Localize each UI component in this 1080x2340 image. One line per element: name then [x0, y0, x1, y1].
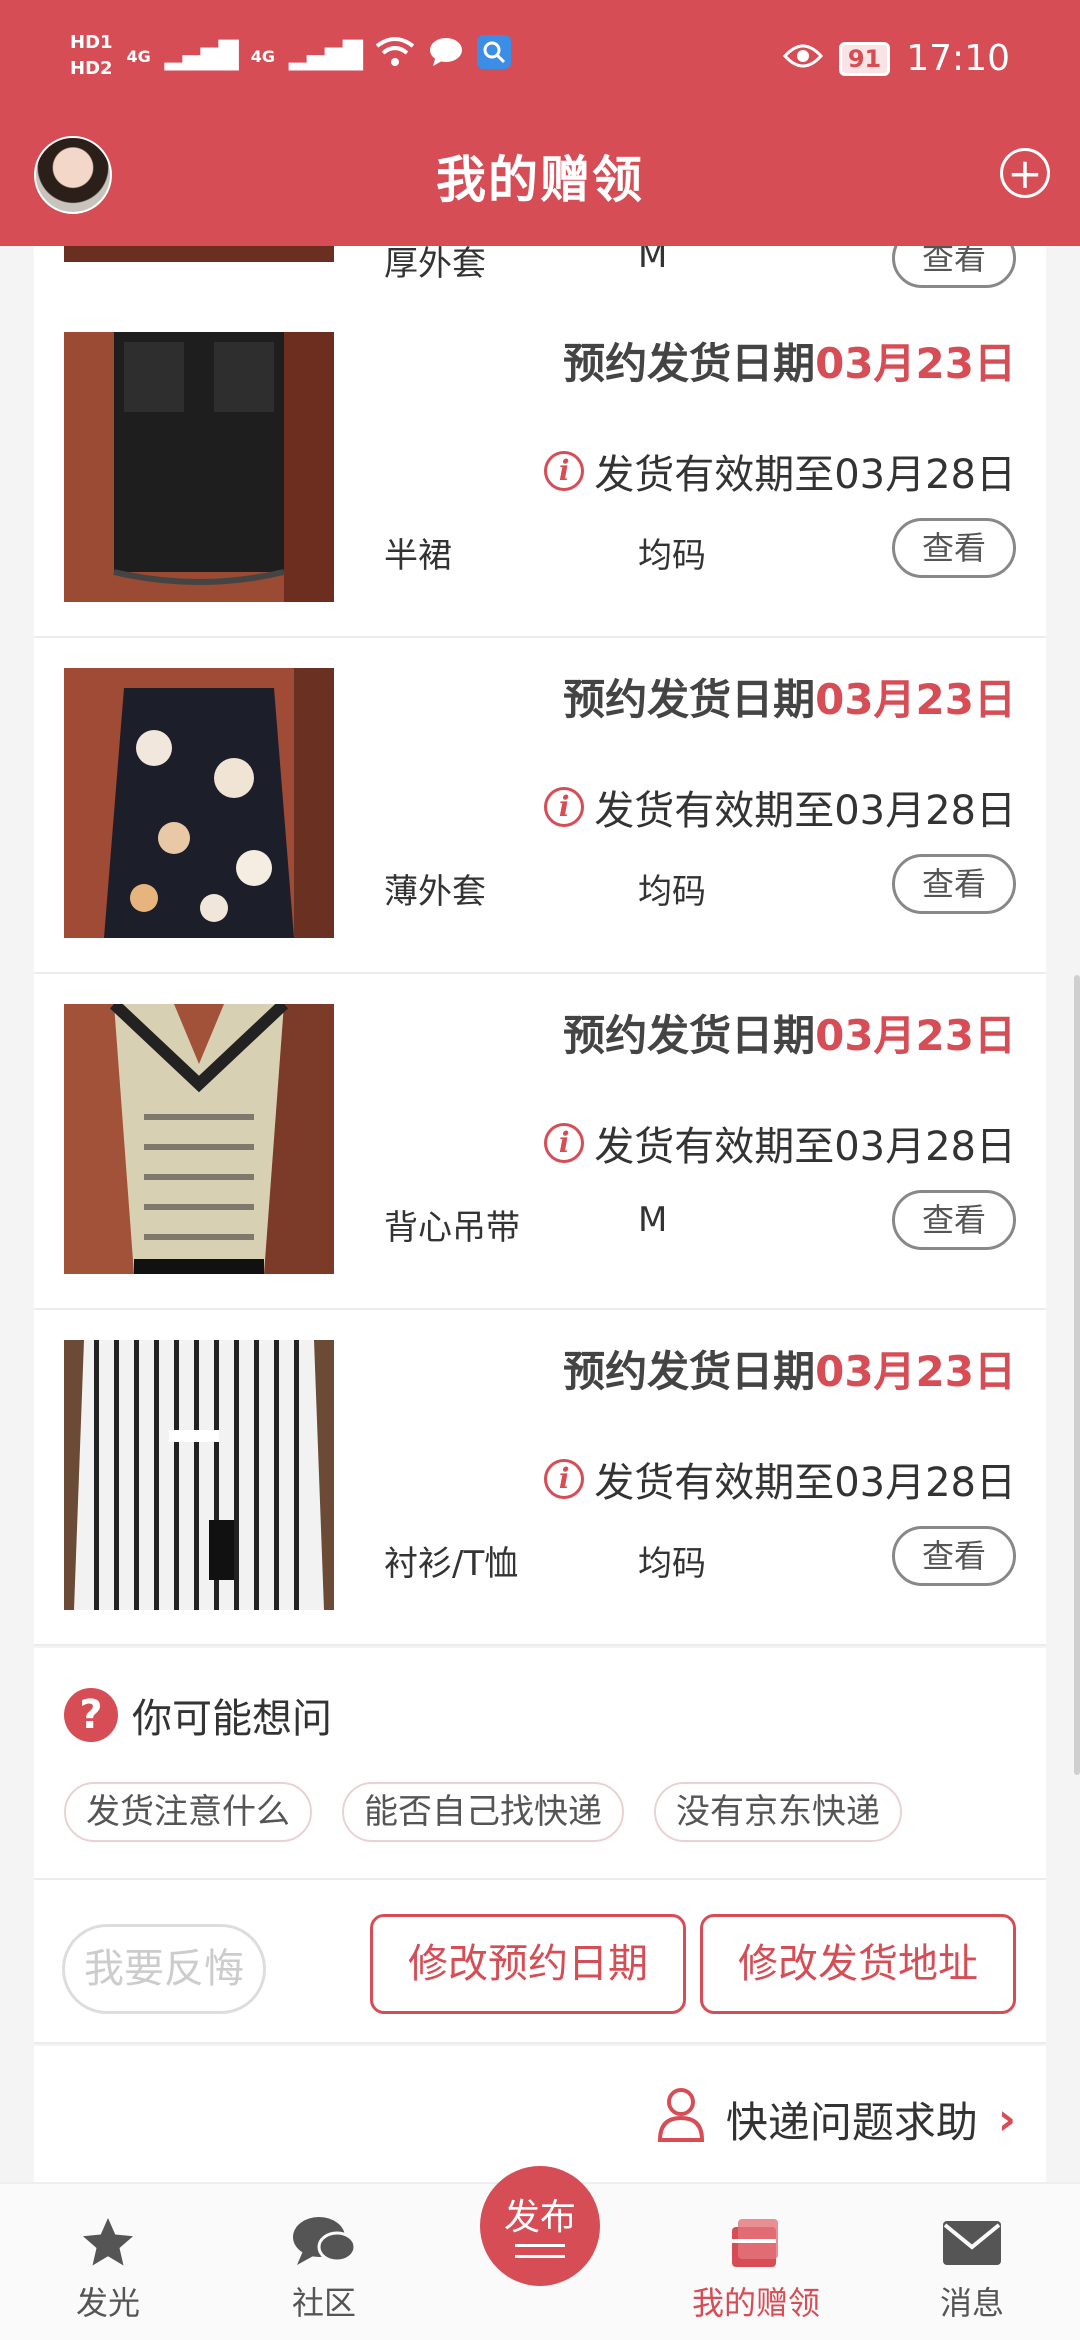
bottom-tab-bar: 发光 社区 发布 我的赠领 消息 [0, 2166, 1080, 2340]
chat-bubbles-icon [234, 2208, 414, 2278]
gift-box-icon [666, 2208, 846, 2278]
list-item: 预约发货日期03月23日 i 发货有效期至03月28日 背心吊带 M 查看 [34, 974, 1046, 1310]
network-label: 4G [250, 46, 276, 66]
clock: 17:10 [906, 38, 1010, 79]
schedule-date-label: 预约发货日期03月23日 [563, 1011, 1016, 1060]
help-label: 快递问题求助 [725, 2097, 978, 2147]
question-icon: ? [64, 1688, 118, 1742]
signal-icon: ▂▄▆█ [164, 41, 239, 71]
item-thumbnail[interactable] [64, 1004, 334, 1274]
publish-label: 发布 [503, 2197, 576, 2238]
star-icon [18, 2208, 198, 2278]
item-thumbnail[interactable] [64, 332, 334, 602]
wifi-icon [375, 36, 415, 77]
validity-text: 发货有效期至03月28日 [594, 452, 1016, 498]
tab-label: 社区 [291, 2284, 356, 2322]
item-size: 均码 [638, 872, 706, 912]
tab-my-gifts[interactable]: 我的赠领 [666, 2208, 846, 2324]
hd-indicator: HD1 HD2 [70, 30, 113, 82]
status-bar: HD1 HD2 4G ▂▄▆█ 4G ▂▄▆█ 91 17:10 [0, 0, 1080, 120]
item-category: 半裙 [384, 536, 452, 576]
item-size: M [638, 1200, 668, 1240]
faq-chip[interactable]: 能否自己找快递 [342, 1782, 624, 1842]
tab-label: 发光 [75, 2284, 140, 2322]
info-icon: i [544, 1459, 585, 1499]
schedule-date-label: 预约发货日期03月23日 [563, 1347, 1016, 1396]
tab-messages[interactable]: 消息 [882, 2208, 1062, 2324]
search-app-icon [477, 34, 512, 78]
hd2-label: HD2 [70, 58, 113, 79]
hd1-label: HD1 [70, 32, 113, 53]
change-address-button[interactable]: 修改发货地址 [700, 1914, 1016, 2014]
page-title: 我的赠领 [436, 151, 644, 209]
info-icon: i [544, 1123, 585, 1163]
help-section: 快递问题求助 › [34, 2046, 1046, 2182]
schedule-date-label: 预约发货日期03月23日 [563, 339, 1016, 388]
validity-text: 发货有效期至03月28日 [594, 788, 1016, 834]
change-date-button[interactable]: 修改预约日期 [370, 1914, 686, 2014]
faq-chip[interactable]: 没有京东快递 [654, 1782, 902, 1842]
scrollbar[interactable] [1074, 975, 1080, 1775]
faq-chip[interactable]: 发货注意什么 [64, 1782, 312, 1842]
message-icon [429, 36, 463, 76]
battery-indicator: 91 [838, 41, 891, 76]
info-icon: i [544, 787, 585, 827]
eye-icon [782, 39, 823, 79]
view-button[interactable]: 查看 [892, 518, 1016, 578]
info-icon: i [544, 451, 585, 491]
validity-text: 发货有效期至03月28日 [594, 1460, 1016, 1506]
item-size: 均码 [638, 536, 706, 576]
validity-row: i 发货有效期至03月28日 [544, 442, 1016, 500]
list-item: 预约发货日期03月23日 i 发货有效期至03月28日 薄外套 均码 查看 [34, 638, 1046, 974]
validity-row: i 发货有效期至03月28日 [544, 1450, 1016, 1508]
regret-button[interactable]: 我要反悔 [62, 1924, 266, 2014]
item-thumbnail[interactable] [64, 1340, 334, 1610]
item-thumbnail[interactable] [64, 668, 334, 938]
faq-section: ? 你可能想问 发货注意什么 能否自己找快递 没有京东快递 [34, 1648, 1046, 1880]
view-button[interactable]: 查看 [892, 1190, 1016, 1250]
add-button[interactable]: + [1000, 148, 1050, 198]
tab-glow[interactable]: 发光 [18, 2208, 198, 2324]
signal-icon: ▂▄▆█ [289, 41, 363, 71]
tab-label: 消息 [939, 2284, 1004, 2322]
schedule-date-label: 预约发货日期03月23日 [563, 675, 1016, 724]
publish-icon [515, 2244, 565, 2258]
action-bar: 我要反悔 修改预约日期 修改发货地址 [34, 1880, 1046, 2044]
faq-chips: 发货注意什么 能否自己找快递 没有京东快递 [64, 1782, 902, 1842]
person-icon [656, 2086, 706, 2152]
item-category: 薄外套 [384, 872, 486, 912]
publish-button[interactable]: 发布 [480, 2166, 600, 2286]
tab-community[interactable]: 社区 [234, 2208, 414, 2324]
network-label: 4G [126, 46, 151, 66]
validity-row: i 发货有效期至03月28日 [544, 1114, 1016, 1172]
validity-text: 发货有效期至03月28日 [594, 1124, 1016, 1170]
list-item: 预约发货日期03月23日 i 发货有效期至03月28日 衬衫/T恤 均码 查看 [34, 1310, 1046, 1646]
list-item: 预约发货日期03月23日 i 发货有效期至03月28日 半裙 均码 查看 [34, 302, 1046, 638]
courier-help-link[interactable]: 快递问题求助 › [656, 2086, 1016, 2152]
faq-title: ? 你可能想问 [64, 1686, 332, 1744]
item-category: 衬衫/T恤 [384, 1544, 519, 1584]
view-button[interactable]: 查看 [892, 854, 1016, 914]
view-button[interactable]: 查看 [892, 1526, 1016, 1586]
plus-icon: + [1007, 149, 1043, 198]
app-header: HD1 HD2 4G ▂▄▆█ 4G ▂▄▆█ 91 17:10 我的赠领 + [0, 0, 1080, 246]
envelope-icon [882, 2208, 1062, 2278]
item-size: 均码 [638, 1544, 706, 1584]
tab-label: 我的赠领 [691, 2284, 820, 2322]
item-category: 背心吊带 [384, 1208, 520, 1248]
faq-title-text: 你可能想问 [132, 1696, 332, 1742]
validity-row: i 发货有效期至03月28日 [544, 778, 1016, 836]
chevron-right-icon: › [997, 2093, 1016, 2145]
